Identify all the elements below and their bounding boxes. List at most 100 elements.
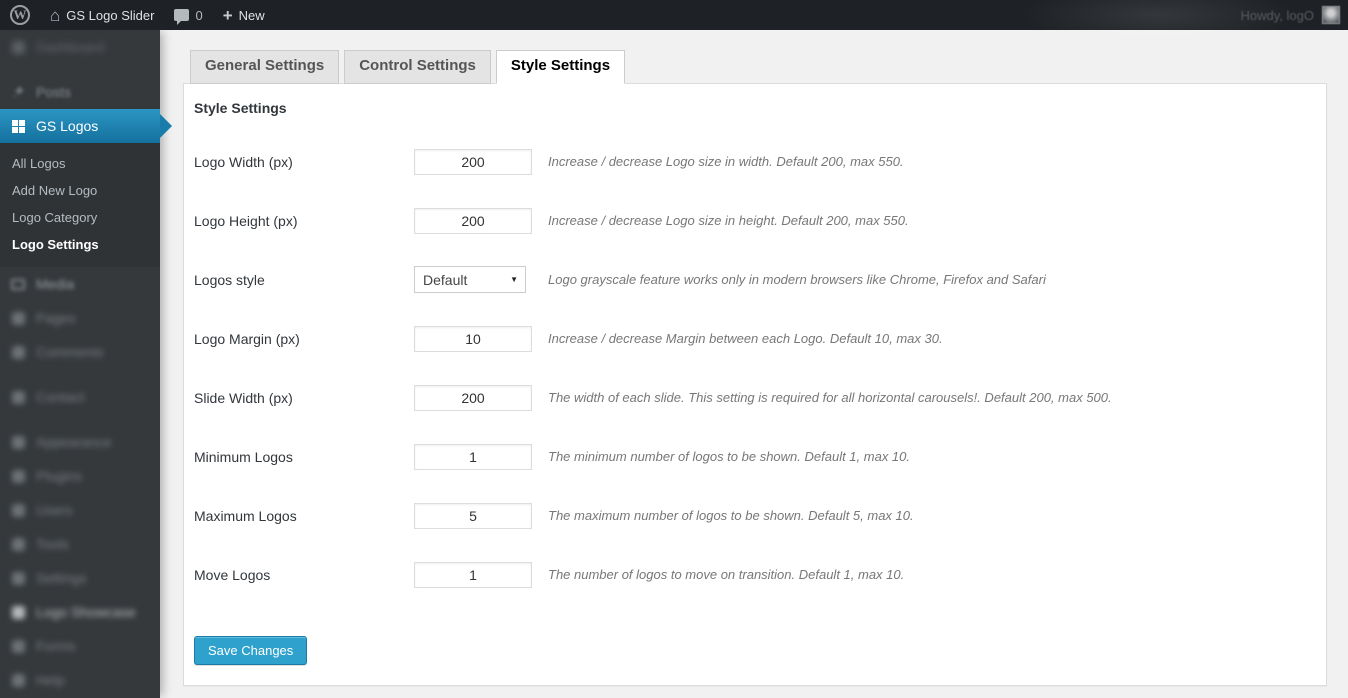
comments-bubble-icon <box>174 9 190 25</box>
sidebar-item-label: Users <box>36 502 73 518</box>
submenu-logo-settings[interactable]: Logo Settings <box>0 231 160 258</box>
menu-icon <box>10 468 26 484</box>
gs-logos-grid-icon <box>10 118 26 134</box>
setting-description: Increase / decrease Logo size in width. … <box>548 154 904 169</box>
setting-label: Maximum Logos <box>194 507 297 524</box>
wordpress-logo-icon: W <box>10 5 30 25</box>
setting-label: Minimum Logos <box>194 448 293 465</box>
sidebar-item-label: Appearance <box>36 434 112 450</box>
menu-icon <box>10 536 26 552</box>
setting-row: Logo Margin (px) Increase / decrease Mar… <box>194 325 1316 352</box>
sidebar-item-label: Pages <box>36 310 76 326</box>
sidebar-item-blurred[interactable]: Forms <box>0 629 160 663</box>
sidebar-item-label: Tools <box>36 536 69 552</box>
setting-row: Logo Height (px) Increase / decrease Log… <box>194 207 1316 234</box>
tab-control-settings[interactable]: Control Settings <box>344 50 491 84</box>
media-icon <box>10 276 26 292</box>
setting-row: Slide Width (px) The width of each slide… <box>194 384 1316 411</box>
setting-label: Move Logos <box>194 566 271 583</box>
account-menu[interactable]: Howdy, logO <box>1241 6 1348 24</box>
sidebar-item-label: Settings <box>36 570 87 586</box>
select-caret-icon: ▼ <box>510 275 518 284</box>
submenu-logo-category[interactable]: Logo Category <box>0 204 160 231</box>
setting-description: The number of logos to move on transitio… <box>548 567 905 582</box>
menu-icon <box>10 604 26 620</box>
maximum-logos-input[interactable] <box>414 502 532 529</box>
logos-style-select[interactable]: Default ▼ <box>414 266 526 293</box>
save-changes-button[interactable]: Save Changes <box>194 635 308 665</box>
minimum-logos-input[interactable] <box>414 443 532 470</box>
admin-sidebar: Dashboard Posts GS Logos All Logos Add N… <box>0 30 172 698</box>
sidebar-item-label: GS Logos <box>36 118 99 134</box>
sidebar-item-label: Forms <box>36 638 76 654</box>
style-settings-panel: Style Settings Logo Width (px) Increase … <box>183 82 1327 686</box>
menu-icon <box>10 672 26 688</box>
gs-logos-submenu: All Logos Add New Logo Logo Category Log… <box>0 143 160 267</box>
panel-heading: Style Settings <box>194 99 287 116</box>
sidebar-item-label: Contact <box>36 389 85 405</box>
setting-description: The minimum number of logos to be shown.… <box>548 449 911 464</box>
howdy-text: Howdy, logO <box>1240 7 1314 23</box>
dashboard-icon <box>10 39 26 55</box>
menu-icon <box>10 310 26 326</box>
setting-row: Move Logos The number of logos to move o… <box>194 561 1316 588</box>
sidebar-item-blurred[interactable]: Tools <box>0 527 160 561</box>
home-icon: ⌂ <box>50 5 61 25</box>
new-menu[interactable]: + New <box>213 0 275 30</box>
settings-tabs: General Settings Control Settings Style … <box>160 30 1348 84</box>
logo-margin-input[interactable] <box>414 325 532 352</box>
slide-width-input[interactable] <box>414 384 532 411</box>
selected-option: Default <box>423 271 468 288</box>
menu-icon <box>10 638 26 654</box>
sidebar-item-blurred[interactable]: Help <box>0 663 160 697</box>
sidebar-item-blurred[interactable]: Users <box>0 493 160 527</box>
avatar <box>1322 6 1340 24</box>
sidebar-item-label: Comments <box>36 344 104 360</box>
sidebar-item-label: Logo Showcase <box>36 604 136 620</box>
sidebar-item-media[interactable]: Media <box>0 267 160 301</box>
setting-description: Increase / decrease Margin between each … <box>548 331 943 346</box>
menu-icon <box>10 389 26 405</box>
menu-icon <box>10 502 26 518</box>
logo-width-input[interactable] <box>414 148 532 175</box>
move-logos-input[interactable] <box>414 561 532 588</box>
sidebar-item-blurred[interactable]: Contact <box>0 380 160 414</box>
sidebar-item-label: Posts <box>36 84 72 100</box>
sidebar-item-label: Media <box>36 276 75 292</box>
sidebar-item-gs-logos[interactable]: GS Logos <box>0 109 172 143</box>
plus-icon: + <box>222 5 233 25</box>
sidebar-item-blurred[interactable]: Appearance <box>0 425 160 459</box>
setting-label: Logo Width (px) <box>194 153 293 170</box>
comments-count: 0 <box>195 7 203 23</box>
site-link[interactable]: ⌂ GS Logo Slider <box>40 0 164 30</box>
sidebar-item-label: Plugins <box>36 468 82 484</box>
setting-description: The width of each slide. This setting is… <box>548 390 1112 405</box>
menu-icon <box>10 344 26 360</box>
setting-description: Logo grayscale feature works only in mod… <box>548 272 1046 287</box>
sidebar-item-blurred[interactable]: Settings <box>0 561 160 595</box>
main-content: General Settings Control Settings Style … <box>160 30 1348 698</box>
pushpin-icon <box>10 84 26 100</box>
logo-height-input[interactable] <box>414 207 532 234</box>
sidebar-item-blurred[interactable]: Logo Showcase <box>0 595 160 629</box>
submenu-all-logos[interactable]: All Logos <box>0 150 160 177</box>
site-name: GS Logo Slider <box>66 7 155 23</box>
comments-link[interactable]: 0 <box>164 0 212 30</box>
sidebar-item-label: Help <box>36 672 65 688</box>
tab-style-settings[interactable]: Style Settings <box>495 50 626 84</box>
new-label: New <box>238 7 265 23</box>
sidebar-item-blurred[interactable]: Plugins <box>0 459 160 493</box>
setting-row: Logo Width (px) Increase / decrease Logo… <box>194 148 1316 175</box>
sidebar-item-posts[interactable]: Posts <box>0 75 160 109</box>
setting-description: Increase / decrease Logo size in height.… <box>548 213 909 228</box>
sidebar-item-dashboard[interactable]: Dashboard <box>0 30 160 64</box>
wp-logo-menu[interactable]: W <box>0 0 40 30</box>
setting-row: Minimum Logos The minimum number of logo… <box>194 443 1316 470</box>
setting-label: Logo Height (px) <box>194 212 298 229</box>
sidebar-item-blurred[interactable]: Pages <box>0 301 160 335</box>
tab-general-settings[interactable]: General Settings <box>190 50 340 84</box>
submenu-add-new-logo[interactable]: Add New Logo <box>0 177 160 204</box>
menu-icon <box>10 570 26 586</box>
sidebar-item-blurred[interactable]: Comments <box>0 335 160 369</box>
menu-icon <box>10 434 26 450</box>
